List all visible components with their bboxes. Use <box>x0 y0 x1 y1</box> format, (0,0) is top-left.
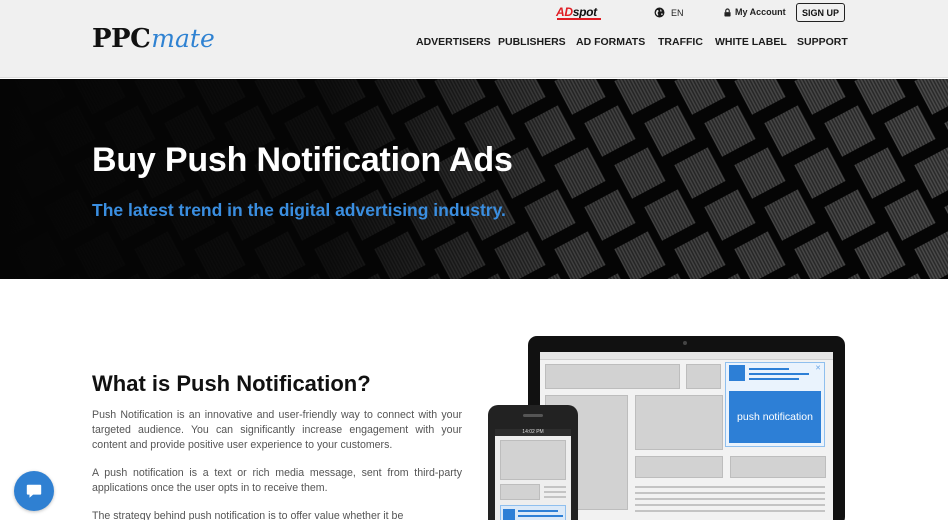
mock-content-block <box>635 395 723 450</box>
hero-title: Buy Push Notification Ads <box>92 141 513 179</box>
my-account-link[interactable]: My Account <box>724 7 786 17</box>
notification-line <box>749 373 809 375</box>
paragraph-intro: Push Notification is an innovative and u… <box>92 409 462 451</box>
chat-button[interactable] <box>14 471 54 511</box>
phone-push-notification <box>500 505 566 520</box>
nav-advertisers[interactable]: ADVERTISERS <box>416 36 491 48</box>
adspot-logo[interactable]: ADspot <box>556 5 597 19</box>
phone-status-bar: 14:02 PM <box>495 429 571 436</box>
adspot-underline <box>557 18 601 20</box>
section-title: What is Push Notification? <box>92 371 371 396</box>
nav-support[interactable]: SUPPORT <box>797 36 848 48</box>
phone-screen: 14:02 PM <box>495 429 571 520</box>
phone-notification-icon <box>503 509 515 520</box>
mock-text-line <box>635 486 825 488</box>
nav-ad-formats[interactable]: AD FORMATS <box>576 36 645 48</box>
paragraph-definition: A push notification is a text or rich me… <box>92 467 462 494</box>
nav-white-label[interactable]: WHITE LABEL <box>715 36 787 48</box>
mock-text-line <box>635 504 825 506</box>
nav-publishers[interactable]: PUBLISHERS <box>498 36 566 48</box>
notification-line <box>749 368 789 370</box>
phone-notification-line <box>518 510 558 512</box>
phone-mock-block <box>500 440 566 480</box>
language-selector[interactable]: EN <box>654 7 684 18</box>
site-header: PPC mate ADspot EN My Account SIGN UP AD… <box>0 0 948 78</box>
phone-mock-line <box>544 486 566 488</box>
hero-subtitle: The latest trend in the digital advertis… <box>92 200 506 220</box>
mock-text-line <box>635 498 825 500</box>
notification-line <box>749 378 799 380</box>
adspot-logo-spot: spot <box>572 5 597 19</box>
laptop-camera <box>683 341 687 345</box>
phone-mock-line <box>544 496 566 498</box>
phone-notification-line <box>518 515 563 517</box>
mock-small-block <box>686 364 721 389</box>
phone-speaker <box>523 414 543 417</box>
mock-content-block-3 <box>730 456 826 478</box>
paragraph-strategy: The strategy behind push notification is… <box>92 510 404 520</box>
push-notification-banner[interactable]: push notification <box>729 391 821 443</box>
phone-mock-block <box>500 484 540 500</box>
mock-content-block-2 <box>635 456 723 478</box>
adspot-logo-ad: AD <box>556 5 573 19</box>
mock-text-line <box>635 510 825 512</box>
hero-banner: Buy Push Notification Ads The latest tre… <box>0 79 948 279</box>
mock-header-block <box>545 364 680 389</box>
globe-icon <box>654 7 665 18</box>
notification-icon <box>729 365 745 381</box>
lock-icon <box>724 8 731 16</box>
language-label: EN <box>671 7 684 18</box>
browser-bar <box>540 352 833 360</box>
mock-text-line <box>635 492 825 494</box>
chat-bubble-icon <box>26 484 42 498</box>
nav-traffic[interactable]: TRAFFIC <box>658 36 703 48</box>
laptop-screen: ✕ push notification <box>540 352 833 520</box>
sign-up-button[interactable]: SIGN UP <box>796 3 845 22</box>
my-account-label: My Account <box>735 7 786 17</box>
push-notification-popup: ✕ push notification <box>725 362 825 447</box>
close-icon[interactable]: ✕ <box>815 364 821 372</box>
phone-mock-line <box>544 491 566 493</box>
phone-illustration: 14:02 PM <box>488 405 578 520</box>
main-nav: ADVERTISERS PUBLISHERS AD FORMATS TRAFFI… <box>0 36 948 50</box>
